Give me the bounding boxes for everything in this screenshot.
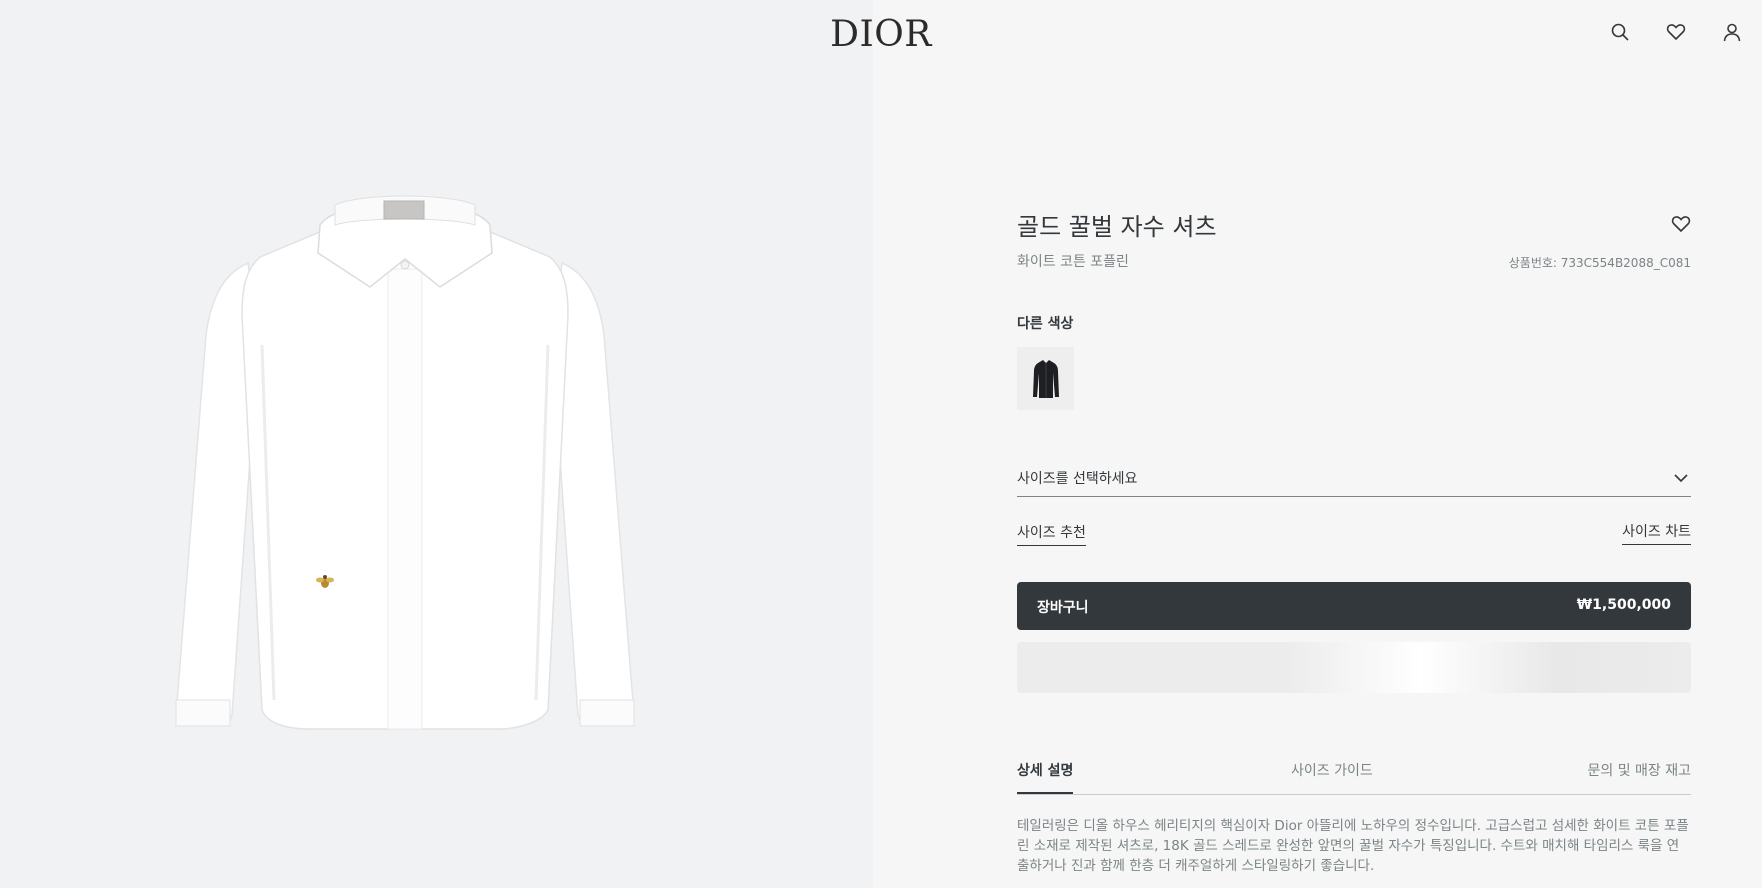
- product-gallery: [0, 0, 873, 888]
- loading-placeholder-button: [1017, 642, 1691, 693]
- product-reference: 상품번호: 733C554B2088_C081: [1508, 256, 1691, 270]
- add-to-cart-button[interactable]: 장바구니 ₩1,500,000: [1017, 582, 1691, 630]
- add-to-cart-label: 장바구니: [1037, 600, 1089, 616]
- black-shirt-thumbnail: [1032, 359, 1059, 398]
- tab-size-guide[interactable]: 사이즈 가이드: [1291, 760, 1373, 792]
- size-recommendation-link[interactable]: 사이즈 추천: [1017, 522, 1086, 546]
- product-image-white-shirt[interactable]: [170, 195, 640, 815]
- product-title: 골드 꿀벌 자수 셔츠: [1017, 213, 1217, 241]
- dior-logo[interactable]: DIOR: [780, 12, 982, 56]
- add-to-wishlist-heart-icon[interactable]: [1671, 214, 1691, 234]
- user-icon[interactable]: [1722, 22, 1742, 42]
- size-select-placeholder: 사이즈를 선택하세요: [1017, 471, 1138, 487]
- tab-inquiry-stock[interactable]: 문의 및 매장 재고: [1587, 760, 1691, 792]
- chevron-down-icon: [1674, 474, 1688, 483]
- product-info: 골드 꿀벌 자수 셔츠 화이트 코튼 포플린 상품번호: 733C554B208…: [1017, 0, 1691, 888]
- other-colors-label: 다른 색상: [1017, 316, 1074, 332]
- product-price: ₩1,500,000: [1576, 597, 1671, 613]
- size-select-dropdown[interactable]: 사이즈를 선택하세요: [1017, 460, 1691, 497]
- color-swatch-black-shirt[interactable]: [1017, 347, 1074, 410]
- product-subtitle: 화이트 코튼 포플린: [1017, 254, 1129, 270]
- product-description: 테일러링은 디올 하우스 헤리티지의 핵심이자 Dior 아뜰리에 노하우의 정…: [1017, 818, 1689, 874]
- tab-description[interactable]: 상세 설명: [1017, 760, 1074, 794]
- product-info-tabs: 상세 설명 사이즈 가이드 문의 및 매장 재고: [1017, 752, 1691, 795]
- size-chart-link[interactable]: 사이즈 차트: [1622, 521, 1691, 545]
